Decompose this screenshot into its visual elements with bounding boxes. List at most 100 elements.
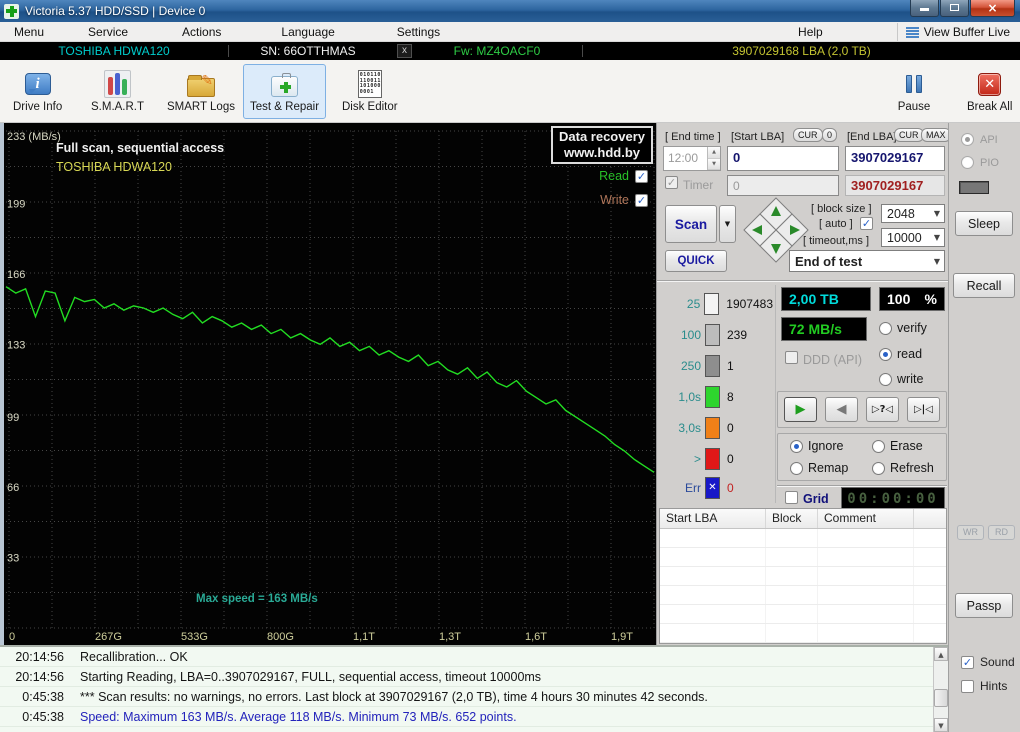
write-radio[interactable]: write [879,372,923,386]
spin-up-icon[interactable]: ▲ [708,147,720,159]
list-icon [905,26,919,39]
x-tick-label: 0 [9,631,15,643]
start-lba-cur-button[interactable]: CUR [793,128,823,142]
menu-item-service[interactable]: Service [78,23,138,41]
drive-capacity: 3907029168 LBA (2,0 TB) [732,44,871,58]
ddd-checkbox[interactable] [785,351,798,367]
latency-block [704,293,720,315]
pause-icon [906,75,922,93]
pause-button[interactable]: Pause [890,64,938,119]
latency-row-1s: 1,0s 8 [661,384,773,410]
block-size-label: [ block size ] [811,203,872,215]
drive-firmware: Fw: MZ4OACF0 [453,44,541,58]
hints-checkbox[interactable]: Hints [961,679,1007,693]
drive-model[interactable]: TOSHIBA HDWA120 [0,42,228,60]
scan-button[interactable]: Scan [665,205,717,243]
smart-button[interactable]: S.M.A.R.T [84,64,151,119]
defect-table-row [660,586,946,605]
end-lba-input[interactable]: 3907029167 [845,146,945,171]
refresh-radio[interactable]: Refresh [872,461,934,475]
sound-checkbox[interactable]: Sound [961,655,1015,669]
test-tubes-icon [104,70,132,98]
activity-indicator [959,181,989,194]
start-lba-zero-button[interactable]: 0 [822,128,838,142]
main-area: 233 (MB/s) 199 166 133 99 66 33 0 267G 533G 800G 1,… [0,123,1020,732]
break-all-button[interactable]: ✕ Break All [960,64,1019,119]
chevron-down-icon: ▼ [933,233,940,242]
latency-row-3s: 3,0s 0 [661,415,773,441]
disk-editor-button[interactable]: 010110 110011 101000 0001 Disk Editor [335,64,405,119]
write-checkbox[interactable] [635,193,648,207]
menu-item-help[interactable]: Help [784,23,837,41]
end-lba-max-button[interactable]: MAX [921,128,951,142]
end-action-select[interactable]: End of test ▼ [789,250,945,272]
scroll-down-icon[interactable]: ▼ [934,718,948,732]
remap-radio[interactable]: Remap [790,461,848,475]
sleep-button[interactable]: Sleep [955,211,1013,236]
menu-item-actions[interactable]: Actions [172,23,231,41]
seek-random-button[interactable]: ▷?◁ [866,397,899,422]
toolbar: i Drive Info S.M.A.R.T ✎ SMART Logs Test… [0,60,1020,123]
latency-row-250ms: 250 1 [661,353,773,379]
scroll-up-icon[interactable]: ▲ [934,647,948,661]
defect-table[interactable]: Start LBA Block Comment [659,508,947,644]
maximize-button[interactable] [940,0,969,17]
drive-info-button[interactable]: i Drive Info [6,64,69,119]
end-time-spinner[interactable]: 12:00 ▲ ▼ [663,146,721,171]
seek-end-button[interactable]: ▷|◁ [907,397,940,422]
error-block [705,477,720,499]
ignore-radio[interactable]: Ignore [790,439,843,453]
timeout-label: [ timeout,ms ] [803,235,870,247]
log-scrollbar[interactable]: ▲ ▼ [933,647,948,732]
y-tick-label: 66 [7,482,19,494]
end-lba-cur-button[interactable]: CUR [894,128,924,142]
close-button[interactable]: × [970,0,1015,17]
watermark: Data recovery www.hdd.by [551,126,653,164]
wr-button[interactable]: WR [957,525,984,540]
log-row: 20:14:56 Starting Reading, LBA=0..3907029… [0,667,948,687]
play-forward-button[interactable]: ▶ [784,397,817,422]
test-repair-button[interactable]: Test & Repair [243,64,327,119]
erase-radio[interactable]: Erase [872,439,923,453]
speed-chart: 233 (MB/s) 199 166 133 99 66 33 0 267G 533G 800G 1,… [5,130,655,643]
block-size-select[interactable]: 2048 ▼ [881,204,945,223]
y-tick-label: 233 (MB/s) [7,131,61,143]
info-bubble-icon: i [24,73,51,95]
menubar: Menu Service Actions Language Settings H… [0,22,1020,42]
quick-button[interactable]: QUICK [665,250,727,272]
minimize-button[interactable] [910,0,939,17]
x-tick-label: 1,6T [525,631,547,643]
y-tick-label: 33 [7,553,19,565]
window-title: Victoria 5.37 HDD/SSD | Device 0 [25,4,206,18]
serial-close-button[interactable]: x [397,44,412,58]
read-checkbox[interactable] [635,169,648,183]
defect-table-row [660,567,946,586]
verify-radio[interactable]: verify [879,321,927,335]
app-icon [4,3,19,19]
play-backward-button[interactable]: ◀ [825,397,858,422]
spin-down-icon[interactable]: ▼ [708,158,720,170]
auto-checkbox[interactable] [860,217,873,230]
pio-radio[interactable]: PIO [961,156,999,169]
timer-checkbox[interactable] [665,176,678,189]
start-lba-input[interactable]: 0 [727,146,839,171]
grid-checkbox[interactable] [785,491,798,504]
view-buffer-live-button[interactable]: View Buffer Live [896,23,1020,41]
api-radio[interactable]: API [961,133,998,146]
recall-button[interactable]: Recall [953,273,1015,298]
menu-item-language[interactable]: Language [271,23,344,41]
passp-button[interactable]: Passp [955,593,1013,618]
menu-item-settings[interactable]: Settings [387,23,450,41]
close-icon: × [987,1,998,15]
rd-button[interactable]: RD [988,525,1015,540]
scroll-thumb[interactable] [934,689,948,707]
smart-logs-button[interactable]: ✎ SMART Logs [160,64,242,119]
menu-item-menu[interactable]: Menu [4,23,54,41]
y-tick-label: 133 [7,339,25,351]
scan-dropdown-button[interactable]: ▼ [719,205,736,243]
timeout-select[interactable]: 10000 ▼ [881,228,945,247]
read-radio[interactable]: read [879,347,922,361]
log-row: 0:45:38 Speed: Maximum 163 MB/s. Average … [0,707,948,727]
minimize-icon [920,8,929,11]
x-tick-label: 533G [181,631,208,643]
